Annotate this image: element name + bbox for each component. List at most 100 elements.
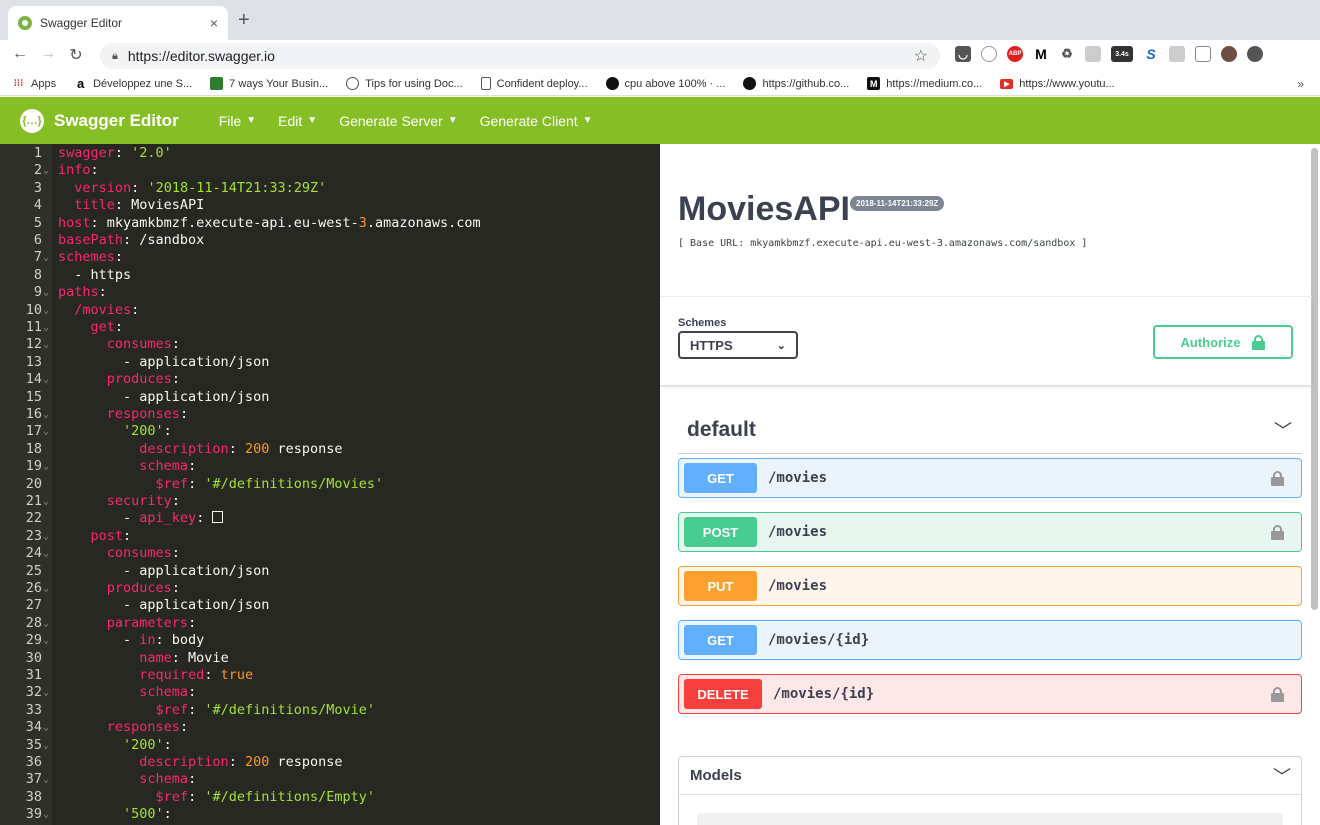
schemes-select[interactable]: HTTPS ⌄	[678, 331, 798, 359]
operation-get[interactable]: GET/movies/{id}	[678, 620, 1302, 660]
chevron-down-icon[interactable]: ﹀	[1273, 763, 1291, 789]
lock-icon[interactable]	[1271, 470, 1284, 486]
menu-edit[interactable]: Edit ▼	[278, 113, 317, 129]
code-line[interactable]: 22 - api_key:	[0, 510, 660, 527]
preview-scrollbar[interactable]	[1311, 148, 1318, 610]
code-line[interactable]: 5 host: mkyamkbmzf.execute-api.eu-west-3.…	[0, 215, 660, 232]
fold-toggle-icon[interactable]: ⌄	[43, 302, 52, 319]
code-line[interactable]: 13 - application/json	[0, 354, 660, 371]
models-header[interactable]: Models ﹀	[679, 757, 1301, 795]
fold-toggle-icon[interactable]: ⌄	[43, 493, 52, 510]
fold-toggle-icon[interactable]: ⌄	[43, 249, 52, 266]
code-line[interactable]: 34 ⌄ responses:	[0, 719, 660, 736]
code-line[interactable]: 27 - application/json	[0, 597, 660, 614]
menu-generate-client[interactable]: Generate Client ▼	[480, 113, 593, 129]
bookmark-star-icon[interactable]: ☆	[914, 46, 928, 66]
code-line[interactable]: 33 $ref: '#/definitions/Movie'	[0, 702, 660, 719]
bookmark-item[interactable]: 7 ways Your Busin...	[210, 77, 328, 90]
bookmark-item[interactable]: cpu above 100% · ...	[605, 77, 725, 90]
bookmarks-overflow-icon[interactable]: »	[1297, 77, 1304, 91]
code-line[interactable]: 26 ⌄ produces:	[0, 580, 660, 597]
bookmark-item[interactable]: https://github.co...	[743, 77, 849, 90]
forward-arrow-icon[interactable]: →	[38, 45, 58, 63]
fold-toggle-icon[interactable]: ⌄	[43, 406, 52, 423]
fold-toggle-icon[interactable]: ⌄	[43, 545, 52, 562]
bookmark-item[interactable]: ▶ https://www.youtu...	[1000, 78, 1115, 90]
address-bar[interactable]: 🔒︎ https://editor.swagger.io ☆	[100, 43, 940, 69]
fold-toggle-icon[interactable]: ⌄	[43, 371, 52, 388]
tag-section-default[interactable]: default ﹀	[678, 406, 1302, 454]
code-line[interactable]: 2 ⌄ info:	[0, 162, 660, 179]
menu-file[interactable]: File ▼	[219, 113, 256, 129]
timer-extension-icon[interactable]: 3.4s	[1111, 46, 1133, 62]
code-line[interactable]: 23 ⌄ post:	[0, 528, 660, 545]
lock-icon[interactable]	[1271, 524, 1284, 540]
code-line[interactable]: 21 ⌄ security:	[0, 493, 660, 510]
fold-toggle-icon[interactable]: ⌄	[43, 771, 52, 788]
bookmark-item[interactable]: Confident deploy...	[480, 77, 588, 90]
fold-toggle-icon[interactable]: ⌄	[43, 806, 52, 823]
profile-avatar[interactable]	[1221, 46, 1237, 62]
code-line[interactable]: 20 $ref: '#/definitions/Movies'	[0, 476, 660, 493]
back-arrow-icon[interactable]: ←	[10, 45, 30, 63]
operation-delete[interactable]: DELETE/movies/{id}	[678, 674, 1302, 714]
bookmark-item[interactable]: Tips for using Doc...	[346, 77, 463, 90]
code-line[interactable]: 30 name: Movie	[0, 650, 660, 667]
code-line[interactable]: 38 $ref: '#/definitions/Empty'	[0, 789, 660, 806]
fold-toggle-icon[interactable]: ⌄	[43, 336, 52, 353]
menu-generate-server[interactable]: Generate Server ▼	[339, 113, 457, 129]
code-line[interactable]: 11 ⌄ get:	[0, 319, 660, 336]
fold-toggle-icon[interactable]: ⌄	[43, 684, 52, 701]
extension-circle-icon[interactable]	[981, 46, 997, 62]
pocket-icon[interactable]: ◡	[955, 46, 971, 62]
code-line[interactable]: 39 ⌄ '500':	[0, 806, 660, 823]
url-text[interactable]: https://editor.swagger.io	[128, 48, 914, 64]
code-line[interactable]: 8 - https	[0, 267, 660, 284]
lock-icon[interactable]	[1271, 686, 1284, 702]
code-line[interactable]: 10 ⌄ /movies:	[0, 302, 660, 319]
code-line[interactable]: 9 ⌄ paths:	[0, 284, 660, 301]
code-line[interactable]: 7 ⌄ schemes:	[0, 249, 660, 266]
fold-toggle-icon[interactable]: ⌄	[43, 528, 52, 545]
code-line[interactable]: 12 ⌄ consumes:	[0, 336, 660, 353]
fold-toggle-icon[interactable]: ⌄	[43, 632, 52, 649]
authorize-button[interactable]: Authorize	[1153, 325, 1293, 359]
code-line[interactable]: 24 ⌄ consumes:	[0, 545, 660, 562]
code-line[interactable]: 17 ⌄ '200':	[0, 423, 660, 440]
code-line[interactable]: 28 ⌄ parameters:	[0, 615, 660, 632]
code-line[interactable]: 16 ⌄ responses:	[0, 406, 660, 423]
code-line[interactable]: 25 - application/json	[0, 563, 660, 580]
fold-toggle-icon[interactable]: ⌄	[43, 458, 52, 475]
medium-extension-icon[interactable]: M	[1033, 46, 1049, 62]
code-line[interactable]: 37 ⌄ schema:	[0, 771, 660, 788]
code-line[interactable]: 1 swagger: '2.0'	[0, 145, 660, 162]
adblock-icon[interactable]: ABP	[1007, 46, 1023, 62]
fold-toggle-icon[interactable]: ⌄	[43, 162, 52, 179]
fold-toggle-icon[interactable]: ⌄	[43, 423, 52, 440]
close-tab-icon[interactable]: ×	[210, 15, 218, 31]
code-line[interactable]: 15 - application/json	[0, 389, 660, 406]
fold-toggle-icon[interactable]: ⌄	[43, 615, 52, 632]
yaml-editor[interactable]: 1 swagger: '2.0' 2 ⌄ info: 3 version: '2018-1…	[0, 144, 660, 825]
camera-icon[interactable]	[1195, 46, 1211, 62]
browser-tab[interactable]: Swagger Editor ×	[8, 6, 228, 40]
code-line[interactable]: 18 description: 200 response	[0, 441, 660, 458]
bookmark-item[interactable]: M https://medium.co...	[867, 77, 982, 90]
graph-extension-icon[interactable]	[1169, 46, 1185, 62]
code-line[interactable]: 6 basePath: /sandbox	[0, 232, 660, 249]
fold-toggle-icon[interactable]: ⌄	[43, 719, 52, 736]
operation-post[interactable]: POST/movies	[678, 512, 1302, 552]
code-line[interactable]: 32 ⌄ schema:	[0, 684, 660, 701]
chat-icon[interactable]	[1085, 46, 1101, 62]
operation-get[interactable]: GET/movies	[678, 458, 1302, 498]
code-line[interactable]: 3 version: '2018-11-14T21:33:29Z'	[0, 180, 660, 197]
operation-put[interactable]: PUT/movies	[678, 566, 1302, 606]
code-line[interactable]: 4 title: MoviesAPI	[0, 197, 660, 214]
new-tab-button[interactable]: +	[238, 10, 250, 30]
code-line[interactable]: 31 required: true	[0, 667, 660, 684]
code-line[interactable]: 14 ⌄ produces:	[0, 371, 660, 388]
fold-toggle-icon[interactable]: ⌄	[43, 737, 52, 754]
code-line[interactable]: 19 ⌄ schema:	[0, 458, 660, 475]
code-line[interactable]: 29 ⌄ - in: body	[0, 632, 660, 649]
menu-icon[interactable]	[1247, 46, 1263, 62]
